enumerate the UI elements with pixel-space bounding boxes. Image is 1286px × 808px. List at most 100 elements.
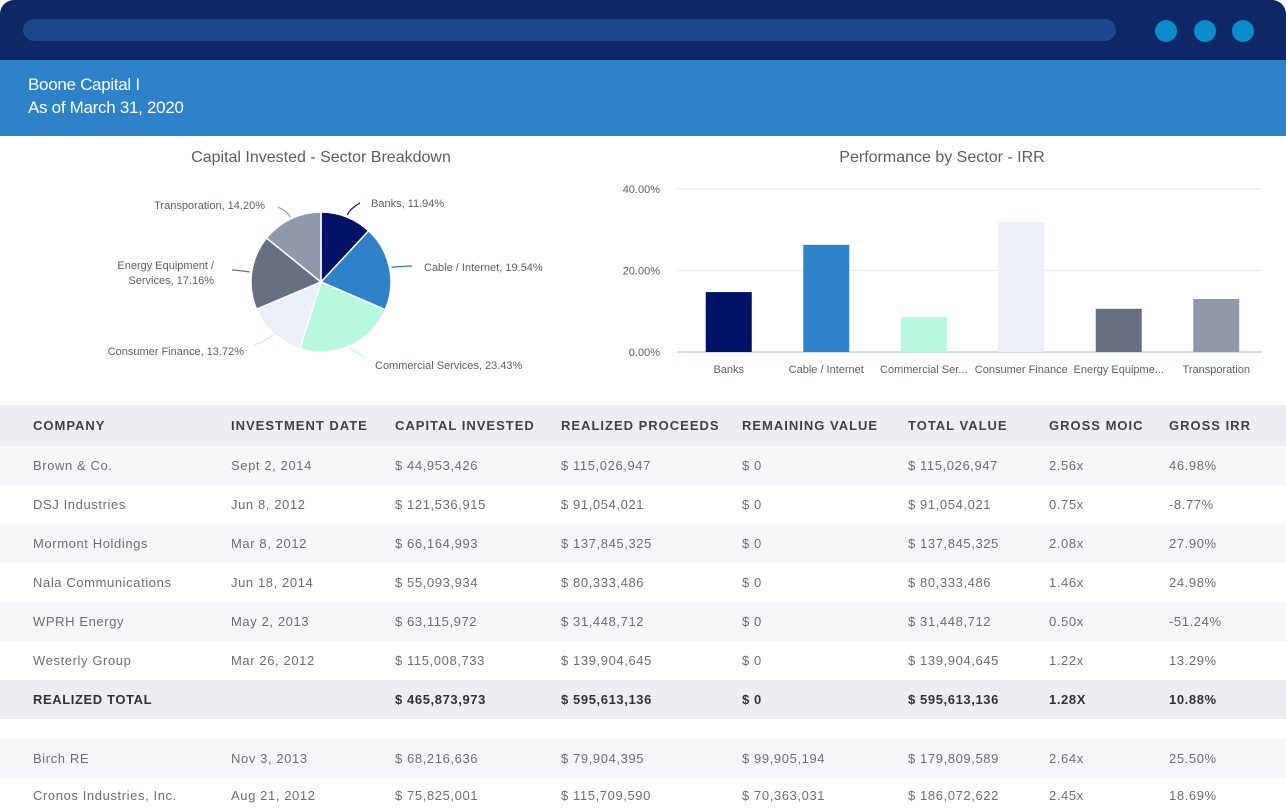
x-tick-label: Energy Equipme... <box>1074 364 1165 376</box>
realized-total-row[interactable]: REALIZED TOTAL $ 465,873,973 $ 595,613,136… <box>0 680 1286 719</box>
sector-pie-chart: Banks, 11.94% Cable / Internet, 19.54% Com… <box>108 198 543 372</box>
pie-leader-line <box>350 347 366 358</box>
cell-company: DSJ Industries <box>33 497 126 512</box>
x-tick-label: Transporation <box>1183 364 1250 376</box>
cell-gross-irr: 27.90% <box>1169 536 1217 551</box>
cell-realized-proceeds: $ 31,448,712 <box>561 614 645 629</box>
cell-total-value: $ 137,845,325 <box>908 536 999 551</box>
cell-investment-date: Nov 3, 2013 <box>231 751 308 766</box>
cell-company: WPRH Energy <box>33 614 125 629</box>
window-dot-icon[interactable] <box>1232 20 1254 42</box>
cell-realized-proceeds: $ 115,709,590 <box>561 788 651 803</box>
window-dot-icon[interactable] <box>1194 20 1216 42</box>
pie-leader-line <box>253 334 273 346</box>
cell-gross-moic: 2.64x <box>1049 751 1084 766</box>
cell-investment-date: Mar 8, 2012 <box>231 536 307 551</box>
bar-energy-equipme[interactable] <box>1095 308 1142 352</box>
browser-titlebar <box>0 0 1286 60</box>
cell-remaining-value: $ 70,363,031 <box>742 788 826 803</box>
cell-remaining-value: $ 99,905,194 <box>742 751 826 766</box>
y-tick-label: 20.00% <box>623 266 661 278</box>
pie-data-label: Consumer Finance, 13.72% <box>108 346 245 358</box>
pie-data-label: Cable / Internet, 19.54% <box>424 262 543 274</box>
cell-realized-proceeds: $ 91,054,021 <box>561 497 645 512</box>
table-row[interactable]: Brown & Co. Sept 2, 2014 $ 44,953,426 $ 115… <box>0 446 1286 485</box>
cell-remaining-value: $ 0 <box>742 575 762 590</box>
cell-capital-invested: $ 115,008,733 <box>395 653 485 668</box>
cell-total-value: $ 115,026,947 <box>908 458 998 473</box>
cell-company: REALIZED TOTAL <box>33 692 153 707</box>
column-header-total-value[interactable]: TOTAL VALUE <box>908 405 1008 446</box>
address-bar[interactable] <box>23 19 1116 41</box>
cell-company: Nala Communications <box>33 575 172 590</box>
table-row[interactable]: Cronos Industries, Inc. Aug 21, 2012 $ 75,… <box>0 776 1286 808</box>
cell-gross-irr: 25.50% <box>1169 751 1217 766</box>
cell-realized-proceeds: $ 80,333,486 <box>561 575 645 590</box>
cell-total-value: $ 595,613,136 <box>908 692 999 707</box>
bar-banks[interactable] <box>705 292 752 352</box>
cell-remaining-value: $ 0 <box>742 653 762 668</box>
cell-realized-proceeds: $ 139,904,645 <box>561 653 652 668</box>
cell-investment-date: Aug 21, 2012 <box>231 788 316 803</box>
bar-consumer-finance[interactable] <box>998 222 1045 352</box>
column-header-company[interactable]: COMPANY <box>33 405 105 446</box>
cell-gross-irr: 46.98% <box>1169 458 1217 473</box>
cell-company: Brown & Co. <box>33 458 113 473</box>
cell-realized-proceeds: $ 79,904,395 <box>561 751 645 766</box>
cell-total-value: $ 80,333,486 <box>908 575 992 590</box>
pie-data-label: Energy Equipment / <box>117 260 215 272</box>
bar-transporation[interactable] <box>1193 299 1240 352</box>
pie-data-label: Transporation, 14.20% <box>154 200 265 212</box>
table-row[interactable]: DSJ Industries Jun 8, 2012 $ 121,536,915 $ … <box>0 485 1286 524</box>
table-row[interactable]: Mormont Holdings Mar 8, 2012 $ 66,164,993 $… <box>0 524 1286 563</box>
x-tick-label: Consumer Finance <box>975 364 1068 376</box>
cell-capital-invested: $ 63,115,972 <box>395 614 478 629</box>
pie-data-label: Services, 17.16% <box>128 275 214 287</box>
column-header-gross-moic[interactable]: GROSS MOIC <box>1049 405 1144 446</box>
column-header-gross-irr[interactable]: GROSS IRR <box>1169 405 1251 446</box>
y-tick-label: 0.00% <box>629 347 660 359</box>
app-window: Boone Capital I As of March 31, 2020 Cap… <box>0 0 1286 808</box>
cell-gross-moic: 1.46x <box>1049 575 1084 590</box>
cell-total-value: $ 31,448,712 <box>908 614 992 629</box>
pie-data-label: Commercial Services, 23.43% <box>375 360 523 372</box>
cell-remaining-value: $ 0 <box>742 497 762 512</box>
cell-gross-moic: 1.28X <box>1049 692 1086 707</box>
bar-commercial-ser[interactable] <box>900 316 947 352</box>
pie-leader-line <box>391 265 413 268</box>
table-row[interactable]: Nala Communications Jun 18, 2014 $ 55,093,… <box>0 563 1286 602</box>
table-row[interactable]: WPRH Energy May 2, 2013 $ 63,115,972 $ 31,4… <box>0 602 1286 641</box>
cell-capital-invested: $ 55,093,934 <box>395 575 479 590</box>
cell-company: Cronos Industries, Inc. <box>33 788 177 803</box>
column-header-remaining-value[interactable]: REMAINING VALUE <box>742 405 878 446</box>
x-tick-label: Commercial Ser... <box>880 364 967 376</box>
window-dot-icon[interactable] <box>1155 20 1177 42</box>
cell-company: Westerly Group <box>33 653 132 668</box>
cell-capital-invested: $ 75,825,001 <box>395 788 479 803</box>
column-header-investment-date[interactable]: INVESTMENT DATE <box>231 405 368 446</box>
cell-total-value: $ 179,809,589 <box>908 751 999 766</box>
table-row[interactable]: Birch RE Nov 3, 2013 $ 68,216,636 $ 79,904,… <box>0 739 1286 778</box>
cell-total-value: $ 186,072,622 <box>908 788 999 803</box>
cell-gross-irr: 10.88% <box>1169 692 1217 707</box>
x-tick-label: Cable / Internet <box>789 364 864 376</box>
cell-company: Mormont Holdings <box>33 536 149 551</box>
cell-remaining-value: $ 0 <box>742 458 762 473</box>
cell-gross-moic: 2.56x <box>1049 458 1084 473</box>
cell-capital-invested: $ 44,953,426 <box>395 458 479 473</box>
bar-chart-title: Performance by Sector - IRR <box>839 149 1045 166</box>
column-header-capital-invested[interactable]: CAPITAL INVESTED <box>395 405 535 446</box>
table-row[interactable]: Westerly Group Mar 26, 2012 $ 115,008,733 $… <box>0 641 1286 680</box>
pie-leader-line <box>277 206 291 218</box>
cell-capital-invested: $ 465,873,973 <box>395 692 486 707</box>
pie-chart-title: Capital Invested - Sector Breakdown <box>191 149 451 166</box>
cell-gross-irr: 18.69% <box>1169 788 1217 803</box>
pie-data-label: Banks, 11.94% <box>371 198 444 210</box>
cell-gross-moic: 1.22x <box>1049 653 1084 668</box>
column-header-realized-proceeds[interactable]: REALIZED PROCEEDS <box>561 405 720 446</box>
bar-cable-internet[interactable] <box>803 244 850 352</box>
as-of-date: As of March 31, 2020 <box>28 98 184 117</box>
pie-leader-line <box>346 202 361 216</box>
pie-leader-line <box>231 269 250 273</box>
cell-company: Birch RE <box>33 751 90 766</box>
